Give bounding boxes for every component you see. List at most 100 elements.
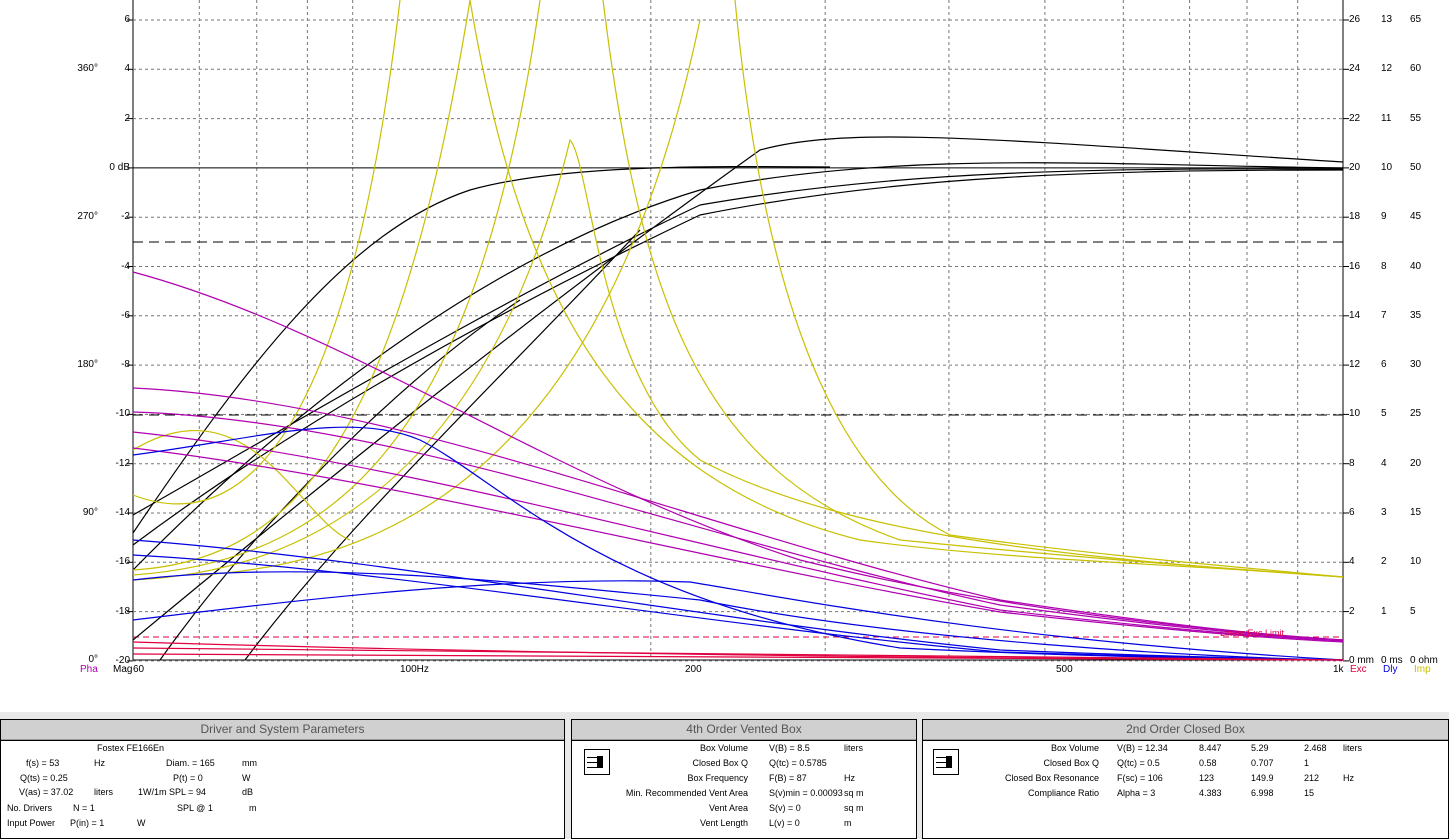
closed-v2[interactable]: 4.383 — [1199, 788, 1222, 799]
impedance-curve-4 — [132, 138, 1344, 581]
x-label-100hz: 100Hz — [400, 664, 429, 675]
panel-title: Driver and System Parameters — [1, 720, 564, 740]
closed-v4[interactable]: 1 — [1304, 758, 1309, 769]
right-axis-tick-label: 40 — [1410, 260, 1422, 272]
closed-v1[interactable]: Q(tc) = 0.5 — [1117, 758, 1160, 769]
right-axis-tick-label: 55 — [1410, 112, 1422, 124]
phase-tick-label: 360° — [77, 63, 98, 74]
mag-tick-label: -2 — [121, 211, 130, 223]
mag-tick-label: -14 — [115, 507, 130, 518]
right-axis-tick-label: 6 — [1349, 507, 1355, 518]
diam-field[interactable]: Diam. = 165 — [166, 758, 215, 769]
impedance-curve-1 — [132, 0, 401, 505]
vented-value[interactable]: V(B) = 8.5 — [769, 743, 810, 754]
vented-value[interactable]: S(v) = 0 — [769, 803, 801, 814]
mag-tick-label: 2 — [124, 112, 130, 124]
delay-curve-2 — [132, 539, 1344, 661]
vented-value[interactable]: Q(tc) = 0.5785 — [769, 758, 827, 769]
closed-unit: Hz — [1343, 773, 1354, 783]
phase-curve-5 — [132, 447, 1344, 643]
right-axis-tick-label: 4 — [1381, 457, 1387, 469]
vented-unit: sq m — [844, 803, 864, 813]
closed-v4[interactable]: 2.468 — [1304, 743, 1327, 754]
closed-v4[interactable]: 212 — [1304, 773, 1319, 784]
vas-field[interactable]: V(as) = 37.02 — [19, 787, 73, 798]
closed-v3[interactable]: 149.9 — [1251, 773, 1274, 784]
spl-at-field[interactable]: SPL @ 1 — [177, 803, 213, 814]
vented-value[interactable]: L(v) = 0 — [769, 818, 800, 829]
pt-unit: W — [242, 773, 251, 783]
closed-label: Closed Box Q — [1043, 758, 1099, 768]
speaker-box-icon[interactable] — [933, 749, 959, 775]
right-axis-tick-label: 22 — [1349, 112, 1361, 124]
magnitude-curve-vented — [132, 166, 831, 534]
closed-v3[interactable]: 5.29 — [1251, 743, 1269, 754]
vented-value[interactable]: F(B) = 87 — [769, 773, 807, 784]
right-axis-tick-label: 20 — [1410, 457, 1422, 469]
closed-v4[interactable]: 15 — [1304, 788, 1314, 799]
parameter-panels: Driver and System Parameters Fostex FE16… — [0, 712, 1449, 839]
right-axis-tick-label: 65 — [1410, 14, 1422, 25]
x-label-60: 60 — [133, 664, 145, 675]
right-axis-tick-label: 14 — [1349, 309, 1361, 321]
mag-tick-label: -16 — [115, 556, 130, 568]
right-axis-tick-label: 5 — [1410, 605, 1416, 617]
vented-label: Box Volume — [699, 743, 748, 753]
panel-body: Fostex FE166En f(s) = 53 Hz Diam. = 165 … — [1, 740, 564, 838]
closed-label: Closed Box Resonance — [1004, 773, 1099, 783]
right-axis-tick-label: 50 — [1410, 161, 1422, 173]
x-label-1k: 1k — [1333, 664, 1344, 675]
closed-v2[interactable]: 123 — [1199, 773, 1214, 784]
response-graph — [127, 0, 1349, 662]
graph-curves — [132, 0, 1344, 661]
x-label-imp: Imp — [1414, 664, 1431, 675]
x-label-500: 500 — [1056, 664, 1073, 675]
right-axis-tick-label: 18 — [1349, 211, 1361, 223]
mag-tick-label: -6 — [121, 309, 130, 321]
fs-field[interactable]: f(s) = 53 — [26, 758, 59, 769]
impedance-curve-3 — [132, 0, 541, 576]
closed-v1[interactable]: V(B) = 12.34 — [1117, 743, 1168, 754]
vented-value[interactable]: S(v)min = 0.00093 — [769, 788, 843, 799]
right-axis-tick-label: 7 — [1381, 309, 1387, 321]
vented-label: Box Frequency — [687, 773, 748, 783]
closed-v1[interactable]: F(sc) = 106 — [1117, 773, 1163, 784]
input-power-field[interactable]: P(in) = 1 — [70, 818, 104, 829]
phase-tick-label: 180° — [77, 359, 98, 370]
closed-v2[interactable]: 0.58 — [1199, 758, 1217, 769]
right-axis-tick-label: 11 — [1381, 112, 1392, 124]
phase-tick-label: 90° — [82, 507, 98, 518]
right-axis-tick-label: 2 — [1349, 605, 1355, 617]
right-axis-tick-label: 9 — [1381, 211, 1387, 223]
mag-tick-label: -8 — [121, 359, 130, 371]
right-axis-tick-label: 24 — [1349, 63, 1361, 75]
speaker-box-icon[interactable] — [584, 749, 610, 775]
driver-model[interactable]: Fostex FE166En — [97, 743, 164, 754]
vented-label: Min. Recommended Vent Area — [625, 788, 748, 798]
closed-v1[interactable]: Alpha = 3 — [1117, 788, 1155, 799]
mag-tick-label: -4 — [121, 260, 130, 272]
phase-curve-3 — [132, 411, 1344, 641]
vas-unit: liters — [94, 787, 114, 797]
closed-v3[interactable]: 0.707 — [1251, 758, 1274, 769]
right-axis-tick-label: 10 — [1349, 408, 1361, 420]
closed-v3[interactable]: 6.998 — [1251, 788, 1274, 799]
phase-curve-2 — [132, 387, 1344, 641]
qts-field[interactable]: Q(ts) = 0.25 — [20, 773, 68, 784]
closed-box-panel: 2nd Order Closed Box Box Volume V(B) = 12… — [922, 719, 1449, 839]
closed-v2[interactable]: 8.447 — [1199, 743, 1222, 754]
impedance-curve-2 — [132, 0, 471, 571]
vented-unit: Hz — [844, 773, 855, 783]
vented-label: Vent Length — [699, 818, 748, 828]
no-drivers-field[interactable]: N = 1 — [73, 803, 95, 814]
x-label-dly: Dly — [1383, 664, 1398, 675]
right-axis-tick-label: 3 — [1381, 507, 1387, 518]
right-axis-tick-label: 8 — [1381, 260, 1387, 272]
vented-box-panel: 4th Order Vented Box Box Volume V(B) = 8.… — [571, 719, 917, 839]
spl-field[interactable]: 1W/1m SPL = 94 — [138, 787, 206, 798]
pt-field[interactable]: P(t) = 0 — [173, 773, 203, 784]
vented-label: Closed Box Q — [692, 758, 748, 768]
closed-unit: liters — [1343, 743, 1363, 753]
magnitude-curve-closed-2 — [132, 168, 1344, 516]
mag-tick-label: 6 — [124, 14, 130, 25]
